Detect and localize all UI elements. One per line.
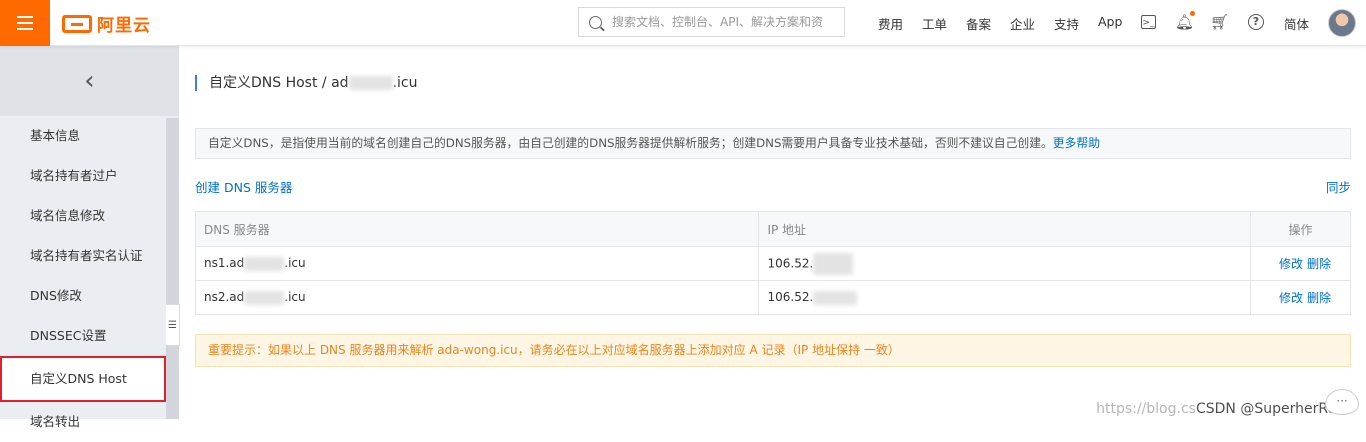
create-dns-server-link[interactable]: 创建 DNS 服务器 (195, 177, 292, 196)
page-title-prefix: 自定义DNS Host / ad (209, 75, 349, 91)
dns-host-table: DNS 服务器 IP 地址 操作 ns1.ad .icu 106.52. 修改 删除… (194, 211, 1351, 315)
sidebar-item-dns-modify[interactable]: DNS修改 (0, 276, 166, 316)
redacted-text (813, 290, 858, 305)
delete-link[interactable]: 删除 (1307, 257, 1331, 271)
edit-link[interactable]: 修改 (1279, 291, 1303, 305)
sidebar-item-realname-verify[interactable]: 域名持有者实名认证 (0, 236, 166, 276)
aliyun-logo-icon (62, 14, 92, 33)
warning-notice: 重要提示：如果以上 DNS 服务器用来解析 ada-wong.icu，请务必在以… (195, 334, 1351, 367)
sidebar-item-custom-dns-host[interactable]: 自定义DNS Host (0, 356, 166, 402)
redacted-text (348, 76, 393, 90)
back-chevron-icon[interactable]: ‹ (0, 46, 179, 116)
search-input[interactable] (612, 15, 837, 29)
sidebar-item-basic-info[interactable]: 基本信息 (0, 116, 166, 156)
redacted-text (813, 252, 854, 275)
nav-app[interactable]: App (1098, 14, 1122, 29)
language-switch[interactable]: 简体 (1284, 14, 1309, 33)
sidebar-scrollbar[interactable] (166, 118, 179, 419)
actions-cell: 修改 删除 (1250, 280, 1351, 315)
info-notice: 自定义DNS，是指使用当前的域名创建自己的DNS服务器，由自己创建的DNS服务器… (195, 128, 1351, 159)
avatar[interactable] (1328, 9, 1356, 37)
watermark-csdn: CSDN @SuperherRo (1195, 401, 1336, 417)
help-icon[interactable]: ? (1248, 14, 1264, 30)
table-row: ns1.ad .icu 106.52. 修改 删除 (194, 246, 1351, 281)
nav-icp-filing[interactable]: 备案 (966, 14, 991, 33)
dns-prefix: ns2.ad (204, 290, 245, 305)
search-icon (589, 15, 602, 29)
table-header-row: DNS 服务器 IP 地址 操作 (194, 211, 1351, 247)
dns-server-cell: ns1.ad .icu (194, 246, 760, 281)
sidebar-item-dnssec[interactable]: DNSSEC设置 (0, 316, 166, 356)
brand-name: 阿里云 (97, 16, 151, 36)
main-content: 自定义DNS Host / ad .icu 自定义DNS，是指使用当前的域名创建自… (179, 46, 1366, 419)
nav-enterprise[interactable]: 企业 (1010, 14, 1035, 33)
nav-support[interactable]: 支持 (1054, 14, 1079, 33)
delete-link[interactable]: 删除 (1307, 291, 1331, 305)
column-header-dns-server: DNS 服务器 (194, 211, 760, 247)
terminal-icon[interactable]: >_ (1141, 15, 1156, 29)
notice-text: 自定义DNS，是指使用当前的域名创建自己的DNS服务器，由自己创建的DNS服务器… (208, 136, 1053, 150)
global-search[interactable] (578, 7, 845, 37)
table-row: ns2.ad .icu 106.52. 修改 删除 (194, 280, 1351, 315)
ip-cell: 106.52. (758, 246, 1252, 281)
edit-link[interactable]: 修改 (1279, 257, 1303, 271)
notification-dot (1190, 11, 1195, 16)
aliyun-logo[interactable]: 阿里云 (62, 11, 151, 36)
sidebar-item-info-modify[interactable]: 域名信息修改 (0, 196, 166, 236)
more-help-link[interactable]: 更多帮助 (1053, 136, 1100, 150)
dns-server-cell: ns2.ad .icu (194, 280, 760, 315)
nav-tickets[interactable]: 工单 (922, 14, 947, 33)
sidebar-item-owner-transfer[interactable]: 域名持有者过户 (0, 156, 166, 196)
collapse-sidebar-icon[interactable]: ☰ (166, 304, 180, 346)
ip-cell: 106.52. (758, 280, 1252, 315)
redacted-text (244, 290, 285, 305)
chat-icon[interactable]: ··· (1325, 389, 1359, 415)
hamburger-menu-icon[interactable] (0, 0, 50, 46)
page-title-suffix: .icu (392, 75, 418, 91)
ip-prefix: 106.52. (767, 256, 814, 270)
dns-prefix: ns1.ad (204, 256, 245, 271)
ip-prefix: 106.52. (767, 290, 814, 305)
actions-cell: 修改 删除 (1250, 246, 1351, 281)
sidebar-item-domain-transfer-out[interactable]: 域名转出 (0, 402, 166, 442)
bell-icon[interactable]: 🔔︎ (1175, 11, 1195, 31)
dns-suffix: .icu (284, 290, 306, 305)
watermark-url: https://blog.cs (1096, 401, 1196, 417)
top-navigation-bar: 阿里云 费用 工单 备案 企业 支持 App >_ 🔔︎ 🛒︎ ? 简体 (0, 0, 1366, 46)
sidebar-menu: 基本信息 域名持有者过户 域名信息修改 域名持有者实名认证 DNS修改 DNSS… (0, 116, 166, 442)
dns-suffix: .icu (284, 256, 306, 271)
nav-billing[interactable]: 费用 (878, 14, 903, 33)
column-header-ip: IP 地址 (758, 211, 1252, 247)
page-title: 自定义DNS Host / ad .icu (195, 75, 417, 91)
column-header-actions: 操作 (1250, 211, 1351, 247)
sidebar: ‹ 基本信息 域名持有者过户 域名信息修改 域名持有者实名认证 DNS修改 DN… (0, 46, 180, 429)
sync-link[interactable]: 同步 (1326, 177, 1351, 196)
cart-icon[interactable]: 🛒︎ (1210, 13, 1229, 31)
watermark: https://blog.csCSDN @SuperherRo (1096, 401, 1336, 417)
redacted-text (244, 256, 285, 271)
